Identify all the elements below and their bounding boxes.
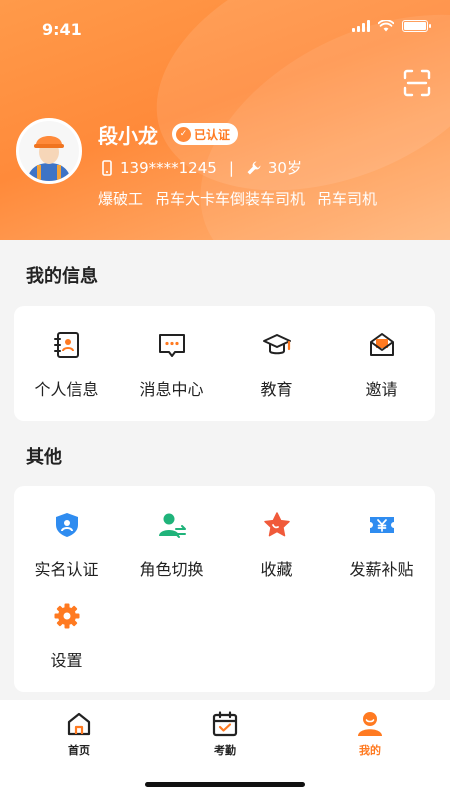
grid-item-personal-info[interactable]: 个人信息 [14, 330, 119, 400]
grid-item-label: 发薪补贴 [349, 560, 414, 579]
user-icon [358, 712, 382, 736]
section-title-my-info: 我的信息 [26, 266, 98, 287]
user-name: 段小龙 [98, 124, 158, 148]
tab-bar: 首页 考勤 我的 [0, 700, 450, 800]
gear-icon [54, 603, 79, 629]
status-bar: 9:41 [0, 0, 450, 60]
tab-label: 我的 [359, 744, 381, 757]
phone-number: 139****1245 [120, 158, 217, 177]
job-tag: 吊车大卡车倒装车司机 [155, 190, 306, 208]
age-text: 30岁 [267, 159, 302, 177]
grid-item-label: 设置 [50, 651, 83, 670]
grid-item-label: 角色切换 [139, 560, 204, 579]
tab-label: 考勤 [214, 744, 236, 757]
tab-attendance[interactable]: 考勤 [185, 710, 265, 758]
verified-label: 已认证 [194, 127, 231, 142]
user-info-line: 139****1245 | 30岁 [100, 157, 302, 178]
star-icon [263, 512, 290, 537]
calendar-check-icon [212, 711, 238, 737]
scan-icon [403, 69, 431, 97]
wifi-icon [378, 20, 394, 32]
tab-label: 首页 [68, 744, 90, 757]
grid-item-invite[interactable]: 邀请 [329, 330, 434, 400]
phone-icon [102, 159, 112, 176]
divider: | [228, 158, 234, 177]
grid-item-label: 邀请 [365, 380, 398, 399]
tab-home[interactable]: 首页 [39, 710, 119, 758]
grid-item-label: 个人信息 [34, 380, 99, 399]
contact-book-icon [53, 332, 79, 358]
my-info-card: 个人信息 消息中心 教育 邀请 [14, 306, 435, 421]
grid-item-label: 实名认证 [34, 560, 99, 579]
verified-badge: ✓ 已认证 [172, 123, 239, 145]
status-icons [352, 20, 431, 32]
invite-envelope-icon [369, 333, 394, 356]
grid-item-message-center[interactable]: 消息中心 [119, 330, 224, 400]
grid-item-settings[interactable]: 设置 [14, 601, 119, 671]
grid-item-label: 收藏 [260, 560, 293, 579]
job-list: 爆破工 吊车大卡车倒装车司机 吊车司机 [98, 188, 377, 209]
message-icon [158, 334, 185, 357]
graduation-cap-icon [262, 334, 291, 355]
status-time: 9:41 [42, 20, 82, 39]
wrench-icon [247, 161, 261, 174]
others-card: 实名认证 角色切换 收藏 发薪补贴 设置 [14, 486, 435, 692]
grid-item-favorites[interactable]: 收藏 [224, 510, 329, 580]
verified-icon: ✓ [176, 126, 191, 142]
avatar[interactable] [16, 118, 82, 184]
home-indicator [145, 782, 305, 787]
job-tag: 爆破工 [98, 190, 144, 208]
grid-item-real-name-auth[interactable]: 实名认证 [14, 510, 119, 580]
battery-icon [402, 20, 431, 32]
yen-ticket-icon [369, 517, 394, 533]
section-title-others: 其他 [26, 447, 62, 468]
scan-button[interactable] [402, 68, 432, 98]
id-shield-icon [55, 513, 78, 537]
job-tag: 吊车司机 [317, 190, 378, 208]
home-icon [67, 712, 91, 736]
grid-item-label: 消息中心 [139, 380, 204, 399]
worker-avatar-icon [19, 121, 79, 181]
grid-item-role-switch[interactable]: 角色切换 [119, 510, 224, 580]
grid-item-salary-subsidy[interactable]: 发薪补贴 [329, 510, 434, 580]
role-switch-icon [158, 513, 186, 538]
grid-item-education[interactable]: 教育 [224, 330, 329, 400]
signal-icon [352, 20, 370, 32]
tab-mine[interactable]: 我的 [330, 710, 410, 758]
grid-item-label: 教育 [260, 380, 293, 399]
